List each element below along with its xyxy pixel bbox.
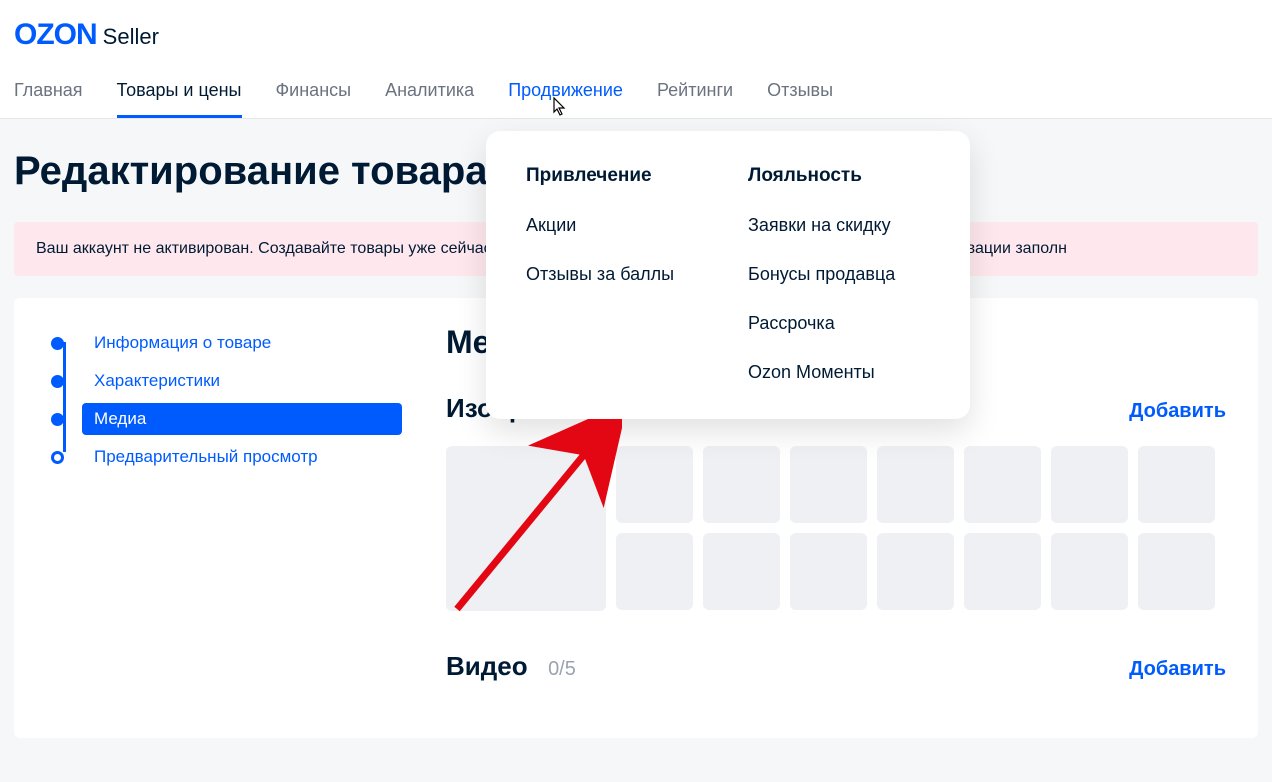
step-info[interactable]: Информация о товаре bbox=[36, 324, 402, 362]
nav-finance[interactable]: Финансы bbox=[276, 80, 352, 118]
step-media[interactable]: Медиа bbox=[36, 400, 402, 438]
logo-brand: OZON bbox=[14, 18, 97, 52]
image-placeholder[interactable] bbox=[616, 446, 693, 523]
image-placeholder[interactable] bbox=[790, 446, 867, 523]
image-placeholder[interactable] bbox=[790, 533, 867, 610]
dropdown-item-actions[interactable]: Акции bbox=[526, 215, 708, 236]
step-preview[interactable]: Предварительный просмотр bbox=[36, 438, 402, 476]
nav-promotion[interactable]: Продвижение bbox=[508, 80, 623, 118]
image-placeholder[interactable] bbox=[964, 533, 1041, 610]
nav-ratings[interactable]: Рейтинги bbox=[657, 80, 733, 118]
dropdown-item-reviews-for-points[interactable]: Отзывы за баллы bbox=[526, 264, 708, 285]
dropdown-item-installment[interactable]: Рассрочка bbox=[748, 313, 930, 334]
image-placeholder[interactable] bbox=[964, 446, 1041, 523]
video-title: Видео bbox=[446, 651, 528, 681]
dropdown-header-loyalty: Лояльность bbox=[748, 165, 930, 187]
image-placeholder[interactable] bbox=[1051, 446, 1128, 523]
step-label: Информация о товаре bbox=[82, 327, 402, 359]
video-count: 0/5 bbox=[548, 658, 576, 680]
add-images-button[interactable]: Добавить bbox=[1129, 400, 1226, 423]
step-dot-icon bbox=[51, 451, 64, 464]
step-dot-icon bbox=[51, 337, 64, 350]
dropdown-header-attraction: Привлечение bbox=[526, 165, 708, 187]
step-label: Характеристики bbox=[82, 365, 402, 397]
image-placeholder[interactable] bbox=[877, 446, 954, 523]
image-placeholder[interactable] bbox=[1138, 446, 1215, 523]
step-label: Предварительный просмотр bbox=[82, 441, 402, 473]
step-characteristics[interactable]: Характеристики bbox=[36, 362, 402, 400]
image-placeholder[interactable] bbox=[703, 533, 780, 610]
image-placeholder[interactable] bbox=[703, 446, 780, 523]
top-nav: Главная Товары и цены Финансы Аналитика … bbox=[0, 58, 1272, 119]
add-video-button[interactable]: Добавить bbox=[1129, 658, 1226, 681]
nav-analytics[interactable]: Аналитика bbox=[385, 80, 474, 118]
nav-reviews[interactable]: Отзывы bbox=[767, 80, 833, 118]
dropdown-item-discount-requests[interactable]: Заявки на скидку bbox=[748, 215, 930, 236]
step-dot-icon bbox=[51, 375, 64, 388]
step-dot-icon bbox=[51, 413, 64, 426]
image-placeholder[interactable] bbox=[616, 533, 693, 610]
nav-products[interactable]: Товары и цены bbox=[117, 80, 242, 118]
image-placeholder[interactable] bbox=[877, 533, 954, 610]
dropdown-item-ozon-moments[interactable]: Ozon Моменты bbox=[748, 362, 930, 383]
image-placeholder-main[interactable] bbox=[446, 446, 606, 611]
step-label: Медиа bbox=[82, 403, 402, 435]
images-grid bbox=[446, 446, 1226, 611]
promotion-dropdown: Привлечение Акции Отзывы за баллы Лояльн… bbox=[486, 131, 970, 419]
image-placeholder[interactable] bbox=[1051, 533, 1128, 610]
logo[interactable]: OZON Seller bbox=[14, 18, 159, 52]
logo-product: Seller bbox=[103, 24, 159, 50]
nav-main[interactable]: Главная bbox=[14, 80, 83, 118]
stepper: Информация о товаре Характеристики Медиа… bbox=[14, 324, 424, 738]
dropdown-item-seller-bonuses[interactable]: Бонусы продавца bbox=[748, 264, 930, 285]
image-placeholder[interactable] bbox=[1138, 533, 1215, 610]
